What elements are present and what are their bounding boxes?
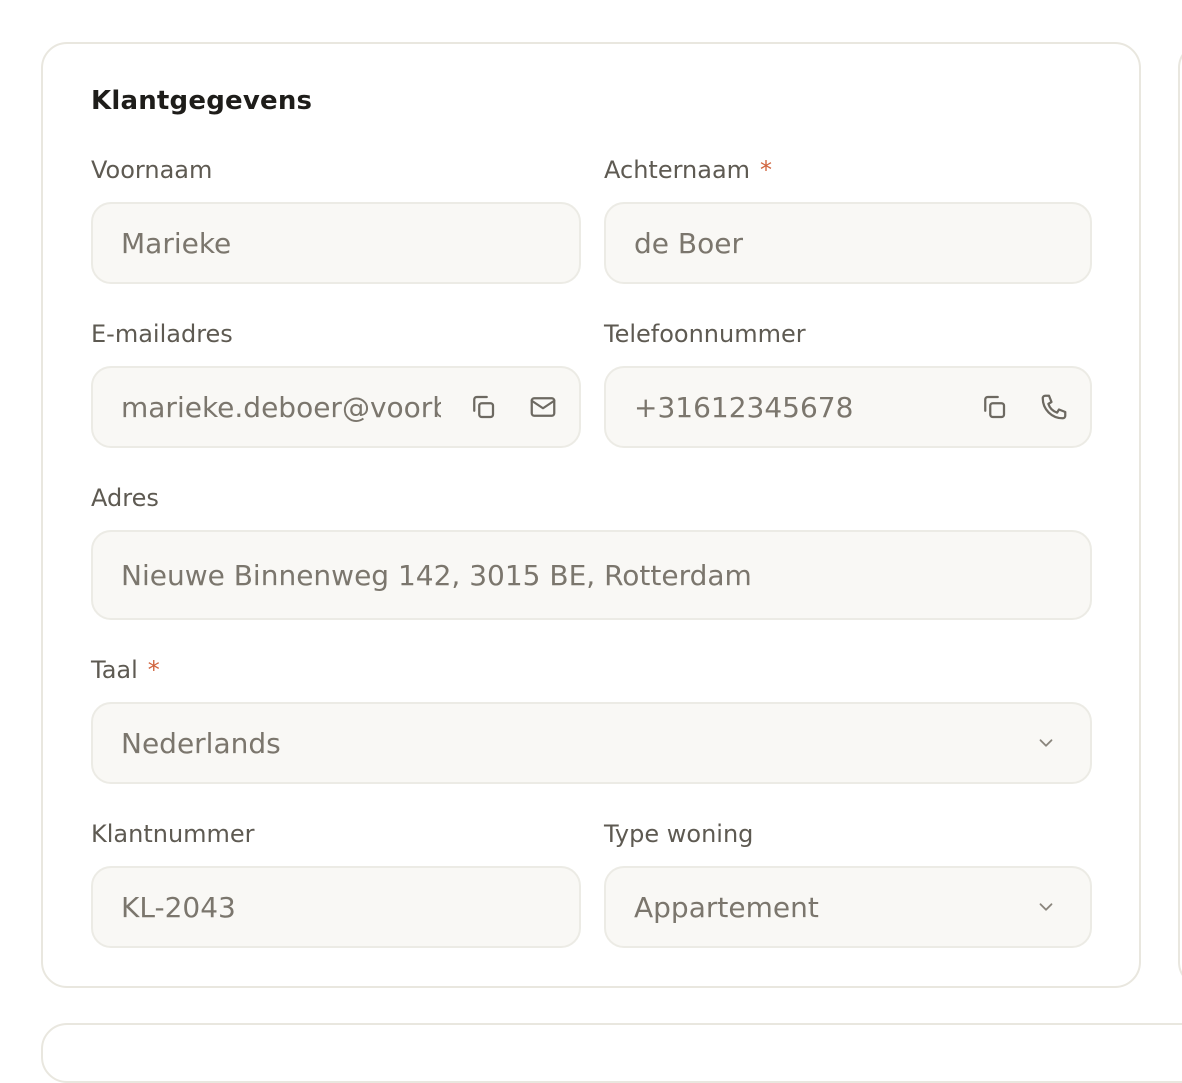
phone-field[interactable]: +31612345678 — [604, 366, 1092, 448]
language-value: Nederlands — [121, 726, 281, 760]
house-type-select[interactable]: Appartement — [604, 866, 1092, 948]
last-name-value: de Boer — [634, 226, 743, 260]
house-type-label-text: Type woning — [604, 820, 754, 848]
next-section-card — [41, 1023, 1182, 1083]
language-label: Taal * — [91, 656, 160, 684]
first-name-label-text: Voornaam — [91, 156, 213, 184]
copy-icon[interactable] — [465, 389, 501, 425]
first-name-value: Marieke — [121, 226, 232, 260]
address-field[interactable]: Nieuwe Binnenweg 142, 3015 BE, Rotterdam — [91, 530, 1092, 620]
customer-number-label-text: Klantnummer — [91, 820, 255, 848]
email-value: marieke.deboer@voorbeeld.nl — [121, 390, 441, 424]
phone-icon[interactable] — [1036, 389, 1072, 425]
email-label: E-mailadres — [91, 320, 233, 348]
phone-value: +31612345678 — [634, 390, 854, 424]
required-asterisk: * — [760, 156, 773, 184]
customer-number-field[interactable]: KL-2043 — [91, 866, 581, 948]
address-label-text: Adres — [91, 484, 159, 512]
customer-details-card: Klantgegevens Voornaam Marieke Achternaa… — [41, 42, 1141, 988]
last-name-field[interactable]: de Boer — [604, 202, 1092, 284]
customer-number-value: KL-2043 — [121, 890, 236, 924]
email-label-text: E-mailadres — [91, 320, 233, 348]
chevron-down-icon — [1032, 893, 1060, 921]
language-label-text: Taal — [91, 656, 138, 684]
address-value: Nieuwe Binnenweg 142, 3015 BE, Rotterdam — [121, 558, 752, 592]
house-type-value: Appartement — [634, 890, 819, 924]
section-title: Klantgegevens — [91, 86, 313, 116]
first-name-label: Voornaam — [91, 156, 212, 184]
address-label: Adres — [91, 484, 159, 512]
customer-number-label: Klantnummer — [91, 820, 255, 848]
chevron-down-icon — [1032, 729, 1060, 757]
adjacent-card — [1178, 42, 1182, 988]
mail-icon[interactable] — [525, 389, 561, 425]
last-name-label: Achternaam * — [604, 156, 772, 184]
phone-label-text: Telefoonnummer — [604, 320, 806, 348]
last-name-label-text: Achternaam — [604, 156, 751, 184]
copy-icon[interactable] — [976, 389, 1012, 425]
phone-label: Telefoonnummer — [604, 320, 806, 348]
house-type-label: Type woning — [604, 820, 753, 848]
email-field[interactable]: marieke.deboer@voorbeeld.nl — [91, 366, 581, 448]
required-asterisk: * — [147, 656, 160, 684]
first-name-field[interactable]: Marieke — [91, 202, 581, 284]
language-select[interactable]: Nederlands — [91, 702, 1092, 784]
